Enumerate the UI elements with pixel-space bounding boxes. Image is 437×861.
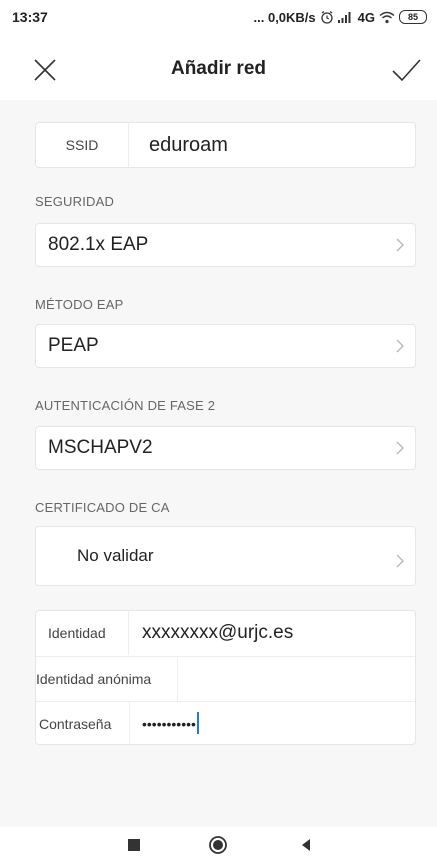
- ca-cert-value: No validar: [77, 546, 154, 565]
- divider: [128, 611, 129, 655]
- phase2-section-label: AUTENTICACIÓN DE FASE 2: [35, 398, 216, 413]
- security-section-label: SEGURIDAD: [35, 194, 115, 209]
- chevron-right-icon: [396, 339, 404, 353]
- header: Añadir red: [0, 50, 437, 90]
- ssid-field[interactable]: SSID eduroam: [35, 122, 416, 168]
- triangle-back-icon[interactable]: [295, 834, 317, 856]
- chevron-right-icon: [396, 441, 404, 455]
- password-label: Contraseña: [39, 716, 112, 732]
- anonymous-identity-label: Identidad anónima: [36, 671, 152, 687]
- security-select[interactable]: 802.1x EAP: [35, 223, 416, 267]
- checkmark-icon[interactable]: [389, 55, 423, 85]
- status-icons: ... 0,0KB/s 4G 85: [254, 8, 427, 26]
- chevron-right-icon: [396, 238, 404, 252]
- circle-icon[interactable]: [207, 834, 229, 856]
- phase2-select[interactable]: MSCHAPV2: [35, 426, 416, 470]
- divider: [129, 702, 130, 746]
- signal-icon: [337, 12, 351, 23]
- navigation-bar: [0, 827, 437, 861]
- eap-method-value: PEAP: [48, 335, 99, 356]
- password-input[interactable]: •••••••••••: [142, 702, 199, 746]
- identity-input[interactable]: xxxxxxxx@urjc.es: [142, 611, 293, 655]
- password-value: •••••••••••: [142, 716, 196, 732]
- eap-method-select[interactable]: PEAP: [35, 324, 416, 368]
- square-icon[interactable]: [123, 834, 145, 856]
- chevron-right-icon: [396, 554, 404, 568]
- identity-label: Identidad: [48, 625, 106, 641]
- ssid-input[interactable]: eduroam: [149, 123, 228, 167]
- divider: [177, 657, 178, 701]
- credentials-card: Identidad xxxxxxxx@urjc.es Identidad anó…: [35, 610, 416, 746]
- anonymous-identity-row[interactable]: Identidad anónima: [36, 656, 415, 701]
- battery-indicator: 85: [399, 10, 427, 24]
- identity-row[interactable]: Identidad xxxxxxxx@urjc.es: [36, 611, 415, 656]
- status-time: 13:37: [12, 9, 48, 25]
- ca-cert-select[interactable]: No validar: [35, 526, 416, 586]
- network-speed: ... 0,0KB/s: [253, 9, 316, 25]
- eap-method-section-label: MÉTODO EAP: [35, 297, 124, 312]
- network-type: 4G: [357, 9, 375, 25]
- ssid-label: SSID: [36, 123, 129, 167]
- status-bar: 13:37 ... 0,0KB/s 4G 85: [0, 0, 437, 34]
- alarm-icon: [321, 11, 333, 24]
- security-value: 802.1x EAP: [48, 234, 149, 255]
- top-area: 13:37 ... 0,0KB/s 4G 85 Añadir red: [0, 0, 437, 100]
- page-title: Añadir red: [170, 58, 267, 79]
- phase2-value: MSCHAPV2: [48, 437, 153, 458]
- text-cursor: [196, 711, 199, 734]
- password-row[interactable]: Contraseña •••••••••••: [36, 701, 415, 746]
- wifi-icon: [379, 11, 395, 23]
- ca-cert-section-label: CERTIFICADO DE CA: [35, 500, 170, 515]
